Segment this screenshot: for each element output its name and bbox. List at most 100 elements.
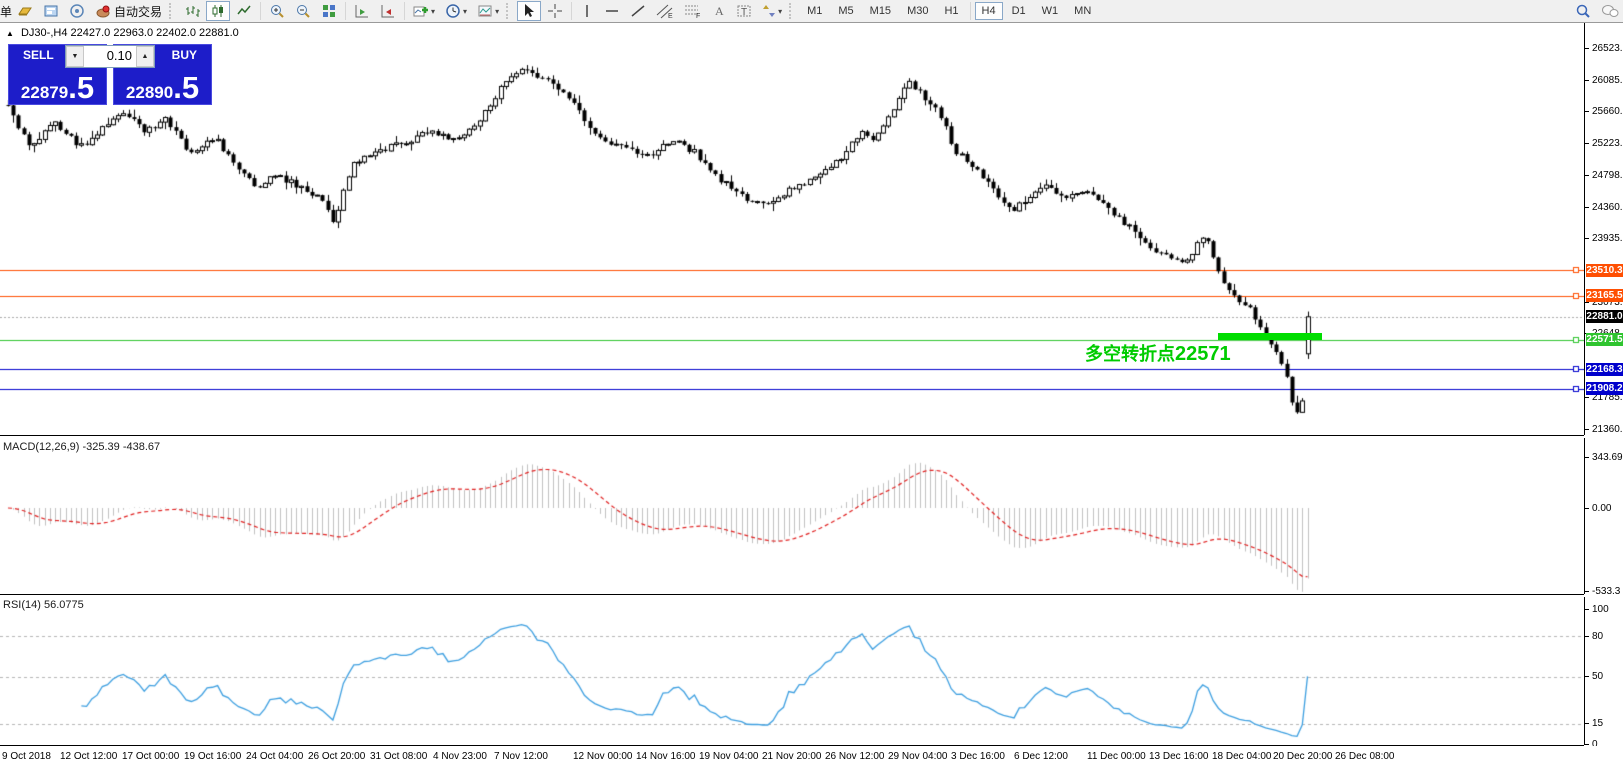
toolbar-separator (260, 2, 262, 20)
timeframe-button-M15[interactable]: M15 (863, 2, 898, 20)
ohlc-low: 22402.0 (156, 27, 196, 39)
macd-axis: 343.69 0.00 -533.3 (1584, 438, 1623, 597)
rsi-canvas[interactable] (0, 597, 1584, 745)
profiles-icon[interactable] (39, 1, 63, 21)
volume-control: ▼ 0.10 ▲ (65, 45, 155, 68)
timeframe-button-H1[interactable]: H1 (937, 2, 965, 20)
rsi-window[interactable]: RSI(14) 56.0775 (0, 597, 1584, 746)
new-order-cut-label[interactable]: 单 (0, 3, 12, 20)
ohlc-close: 22881.0 (199, 27, 239, 39)
time-label: 14 Nov 16:00 (636, 751, 696, 762)
price-tick: 24360.5 (1585, 202, 1623, 213)
svg-text:E: E (668, 13, 673, 19)
rsi-tick: 50 (1585, 671, 1623, 682)
time-label: 12 Nov 00:00 (573, 751, 633, 762)
autotrading-icon (96, 5, 110, 18)
timeframe-button-W1[interactable]: W1 (1035, 2, 1066, 20)
macd-tick: 0.00 (1585, 503, 1623, 514)
pivot-annotation[interactable]: 多空转折点22571 (1085, 340, 1231, 366)
time-label: 9 Oct 2018 (2, 751, 51, 762)
autotrading-label: 自动交易 (114, 4, 163, 19)
time-label: 4 Nov 23:00 (433, 751, 487, 762)
auto-scroll-icon[interactable] (350, 1, 374, 21)
new-order-icon[interactable] (13, 1, 37, 21)
autotrading-button[interactable]: 自动交易 (91, 1, 166, 21)
periods-clock-icon[interactable]: ▾ (441, 1, 471, 21)
dropdown-caret: ▾ (431, 6, 436, 16)
macd-window[interactable]: MACD(12,26,9) -325.39 -438.67 (0, 438, 1584, 595)
svg-text:F: F (696, 13, 700, 19)
main-chart-window[interactable] (0, 23, 1584, 436)
vertical-line-icon[interactable] (576, 1, 598, 21)
zoom-in-icon[interactable] (265, 1, 289, 21)
timeframe-button-H4[interactable]: H4 (974, 2, 1003, 20)
price-line-label: 23165.5 (1586, 289, 1623, 303)
time-label: 31 Oct 08:00 (370, 751, 428, 762)
toolbar-separator (404, 2, 406, 20)
search-icon[interactable] (1571, 1, 1595, 21)
channel-icon[interactable]: E (652, 1, 678, 21)
toolbar-grip (789, 3, 795, 19)
timeframe-button-M30[interactable]: M30 (900, 2, 935, 20)
bar-chart-icon[interactable] (180, 1, 204, 21)
time-label: 19 Oct 16:00 (184, 751, 242, 762)
time-label: 17 Oct 00:00 (122, 751, 180, 762)
time-axis[interactable]: 9 Oct 2018 12 Oct 12:00 17 Oct 00:00 19 Oct… (0, 746, 1623, 769)
ohlc-open: 22427.0 (70, 27, 111, 39)
toolbar-separator (969, 2, 971, 20)
time-label: 29 Nov 04:00 (888, 751, 948, 762)
templates-icon[interactable]: ▾ (473, 1, 503, 21)
cursor-icon[interactable] (517, 1, 542, 21)
timeframe-button-D1[interactable]: D1 (1005, 2, 1033, 20)
time-label: 18 Dec 04:00 (1212, 751, 1272, 762)
time-label: 26 Nov 12:00 (825, 751, 885, 762)
rsi-tick: 80 (1585, 631, 1623, 642)
rsi-tick: 15 (1585, 718, 1623, 729)
expand-triangle-icon[interactable]: ▲ (6, 29, 14, 38)
text-label-icon[interactable]: T (732, 1, 756, 21)
volume-decrease-button[interactable]: ▼ (66, 46, 84, 67)
fibonacci-icon[interactable]: F (680, 1, 706, 21)
volume-increase-button[interactable]: ▲ (136, 46, 154, 67)
navigator-icon[interactable] (65, 1, 89, 21)
tile-windows-icon[interactable] (317, 1, 341, 21)
one-click-trade-panel: SELL 22879.5 BUY 22890.5 ▼ 0.10 ▲ (8, 44, 212, 105)
arrows-icon[interactable]: ▾ (758, 1, 786, 21)
symbol-period: DJ30-,H4 (20, 27, 68, 39)
timeframe-button-M1[interactable]: M1 (800, 2, 829, 20)
time-label: 7 Nov 12:00 (494, 751, 548, 762)
timeframe-bar: M1 M5 M15 M30 H1 H4 D1 W1 MN (799, 2, 1099, 20)
timeframe-button-M5[interactable]: M5 (831, 2, 860, 20)
price-tick: 21360.5 (1585, 424, 1623, 435)
chat-icon[interactable] (1597, 1, 1623, 21)
horizontal-line-icon[interactable] (600, 1, 624, 21)
main-price-axis[interactable]: 26523.0 26085.5 25660.5 25223.0 24798.0 24360… (1584, 23, 1623, 435)
chart-shift-icon[interactable] (376, 1, 400, 21)
dropdown-caret: ▾ (463, 6, 468, 16)
rsi-axis: 100 80 50 15 0 (1584, 597, 1623, 750)
line-chart-icon[interactable] (232, 1, 256, 21)
pivot-highlight-segment[interactable] (1218, 333, 1322, 340)
time-label: 3 Dec 16:00 (951, 751, 1005, 762)
symbol-info-line: ▲ DJ30-,H4 22427.0 22963.0 22402.0 22881… (6, 27, 239, 39)
toolbar-grip (169, 3, 175, 19)
macd-canvas[interactable] (0, 438, 1584, 594)
volume-input[interactable]: 0.10 (84, 46, 136, 67)
price-line-label: 22571.5 (1586, 333, 1623, 347)
candlestick-chart-icon[interactable] (206, 1, 231, 21)
crosshair-icon[interactable] (543, 1, 567, 21)
trendline-icon[interactable] (626, 1, 650, 21)
ohlc-high: 22963.0 (113, 27, 154, 39)
toolbar-separator (571, 2, 573, 20)
main-chart-canvas[interactable] (0, 23, 1584, 435)
sell-label: SELL (23, 48, 54, 62)
price-tick: 26085.5 (1585, 75, 1623, 86)
indicators-icon[interactable]: ▾ (409, 1, 439, 21)
price-line-label: 22168.3 (1586, 362, 1623, 376)
rsi-value: 56.0775 (43, 599, 84, 611)
time-label: 13 Dec 16:00 (1149, 751, 1209, 762)
zoom-out-icon[interactable] (291, 1, 315, 21)
price-tick: 24798.0 (1585, 170, 1623, 181)
text-icon[interactable]: A (708, 1, 730, 21)
timeframe-button-MN[interactable]: MN (1067, 2, 1098, 20)
